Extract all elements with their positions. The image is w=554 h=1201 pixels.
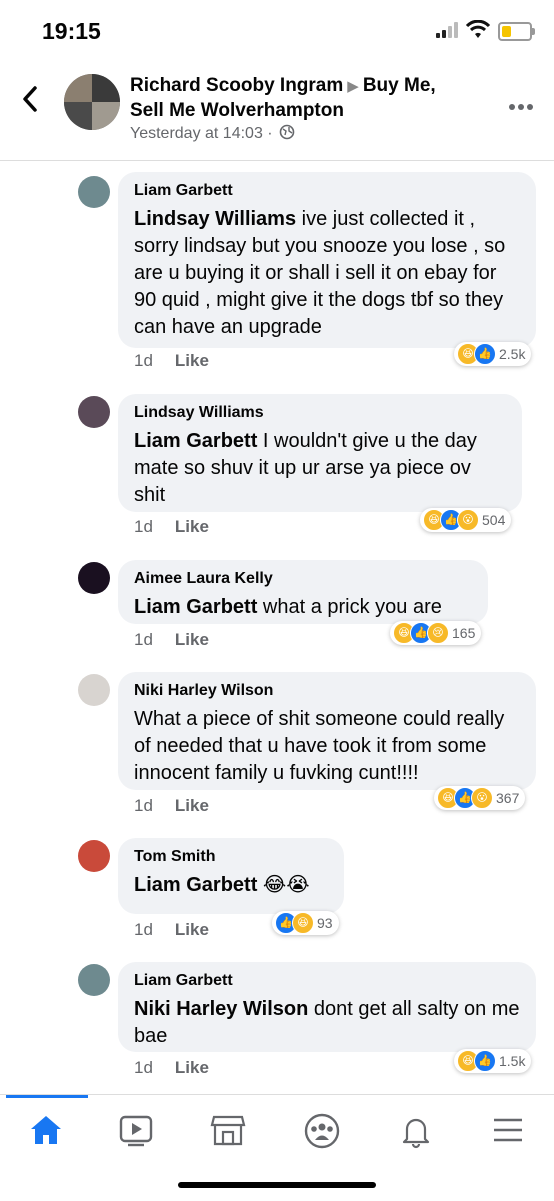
like-button[interactable]: Like bbox=[175, 351, 209, 370]
comment-meta: 1d Like bbox=[134, 517, 209, 537]
nav-notifications[interactable] bbox=[398, 1113, 438, 1149]
reaction-summary[interactable]: 😆 👍 1.5k bbox=[454, 1049, 532, 1073]
like-button[interactable]: Like bbox=[175, 796, 209, 815]
post-title: Richard Scooby Ingram ▶ Buy Me, Sell Me Wo… bbox=[130, 74, 470, 123]
comment-text: Niki Harley Wilson dont get all salty on… bbox=[134, 996, 520, 1050]
watch-icon bbox=[119, 1115, 153, 1147]
post-header: Richard Scooby Ingram ▶ Buy Me, Sell Me Wo… bbox=[0, 62, 554, 161]
mention[interactable]: Liam Garbett bbox=[134, 874, 257, 896]
comment-text: Liam Garbett I wouldn't give u the day m… bbox=[134, 428, 506, 509]
reaction-count: 504 bbox=[482, 512, 506, 528]
haha-reaction-icon: 😆 bbox=[292, 912, 314, 934]
wow-reaction-icon: 😮 bbox=[471, 787, 493, 809]
like-button[interactable]: Like bbox=[175, 630, 209, 649]
clock: 19:15 bbox=[42, 18, 101, 44]
avatar[interactable] bbox=[78, 964, 110, 996]
more-options-button[interactable] bbox=[508, 90, 534, 118]
comment-text: What a piece of shit someone could reall… bbox=[134, 706, 520, 787]
avatar[interactable] bbox=[78, 176, 110, 208]
comment-bubble: Liam Garbett Niki Harley Wilson dont get… bbox=[118, 962, 536, 1052]
comment-age: 1d bbox=[134, 796, 153, 815]
reaction-summary[interactable]: 😆 👍 😮 367 bbox=[434, 786, 526, 810]
like-reaction-icon: 👍 bbox=[474, 1050, 496, 1072]
mention[interactable]: Niki Harley Wilson bbox=[134, 998, 308, 1020]
group-avatar[interactable] bbox=[64, 74, 120, 130]
wow-reaction-icon: 😮 bbox=[457, 509, 479, 531]
more-horizontal-icon bbox=[509, 104, 533, 110]
groups-icon bbox=[304, 1113, 340, 1149]
post-timestamp: Yesterday at 14:03 · bbox=[130, 125, 273, 142]
battery-icon bbox=[498, 22, 535, 41]
mention[interactable]: Liam Garbett bbox=[134, 596, 257, 618]
home-indicator bbox=[178, 1182, 376, 1188]
hamburger-menu-icon bbox=[494, 1118, 522, 1142]
marketplace-icon bbox=[210, 1115, 246, 1146]
like-button[interactable]: Like bbox=[175, 920, 209, 939]
avatar[interactable] bbox=[78, 674, 110, 706]
post-timestamp-row: Yesterday at 14:03 · bbox=[130, 124, 295, 143]
comment-body: what a prick you are bbox=[257, 596, 442, 618]
comment-author[interactable]: Liam Garbett bbox=[134, 972, 520, 990]
like-button[interactable]: Like bbox=[175, 517, 209, 536]
reaction-summary[interactable]: 😆 👍 😢 165 bbox=[390, 621, 482, 645]
triangle-right-icon: ▶ bbox=[347, 78, 359, 95]
chevron-left-icon bbox=[23, 86, 37, 112]
reaction-count: 93 bbox=[317, 915, 333, 931]
reaction-count: 165 bbox=[452, 625, 476, 641]
back-button[interactable] bbox=[20, 84, 40, 122]
comment-bubble: Lindsay Williams Liam Garbett I wouldn't… bbox=[118, 394, 522, 512]
nav-watch[interactable] bbox=[118, 1113, 158, 1149]
poster-name[interactable]: Richard Scooby Ingram bbox=[130, 75, 343, 96]
comment-bubble: Liam Garbett Lindsay Williams ive just c… bbox=[118, 172, 536, 348]
comment-meta: 1d Like bbox=[134, 920, 209, 940]
reaction-summary[interactable]: 😆 👍 2.5k bbox=[454, 342, 532, 366]
nav-marketplace[interactable] bbox=[210, 1113, 250, 1149]
comment-bubble: Niki Harley Wilson What a piece of shit … bbox=[118, 672, 536, 790]
like-button[interactable]: Like bbox=[175, 1058, 209, 1077]
active-tab-indicator bbox=[6, 1095, 88, 1098]
comment-bubble: Aimee Laura Kelly Liam Garbett what a pr… bbox=[118, 560, 488, 624]
reaction-count: 2.5k bbox=[499, 346, 526, 362]
sad-reaction-icon: 😢 bbox=[427, 622, 449, 644]
comment-meta: 1d Like bbox=[134, 630, 209, 650]
comment-age: 1d bbox=[134, 630, 153, 649]
comment-author[interactable]: Tom Smith bbox=[134, 848, 328, 866]
comment-meta: 1d Like bbox=[134, 351, 209, 371]
comment-age: 1d bbox=[134, 351, 153, 370]
comment-text: Liam Garbett 😂😭 bbox=[134, 872, 328, 899]
comment-body: 😂😭 bbox=[257, 874, 310, 896]
reaction-summary[interactable]: 😆 👍 😮 504 bbox=[420, 508, 512, 532]
avatar[interactable] bbox=[78, 396, 110, 428]
cellular-signal-icon bbox=[436, 22, 458, 38]
comment-text: Liam Garbett what a prick you are bbox=[134, 594, 472, 621]
comment-age: 1d bbox=[134, 1058, 153, 1077]
mention[interactable]: Lindsay Williams bbox=[134, 208, 296, 230]
comment-bubble: Tom Smith Liam Garbett 😂😭 bbox=[118, 838, 344, 914]
nav-groups[interactable] bbox=[304, 1113, 344, 1149]
comment-text: Lindsay Williams ive just collected it ,… bbox=[134, 206, 520, 341]
mention[interactable]: Liam Garbett bbox=[134, 430, 257, 452]
reaction-count: 1.5k bbox=[499, 1053, 526, 1069]
reaction-summary[interactable]: 👍 😆 93 bbox=[272, 911, 339, 935]
comment-meta: 1d Like bbox=[134, 1058, 209, 1078]
home-icon bbox=[31, 1116, 61, 1144]
reaction-count: 367 bbox=[496, 790, 520, 806]
comment-meta: 1d Like bbox=[134, 796, 209, 816]
comment-age: 1d bbox=[134, 517, 153, 536]
avatar[interactable] bbox=[78, 562, 110, 594]
bell-icon bbox=[402, 1118, 430, 1149]
comment-author[interactable]: Lindsay Williams bbox=[134, 404, 506, 422]
comment-author[interactable]: Aimee Laura Kelly bbox=[134, 570, 472, 588]
wifi-icon bbox=[466, 20, 490, 38]
avatar[interactable] bbox=[78, 840, 110, 872]
comment-author[interactable]: Liam Garbett bbox=[134, 182, 520, 200]
comment-body: What a piece of shit someone could reall… bbox=[134, 708, 505, 784]
comment-age: 1d bbox=[134, 920, 153, 939]
like-reaction-icon: 👍 bbox=[474, 343, 496, 365]
globe-icon bbox=[279, 124, 295, 140]
nav-menu[interactable] bbox=[490, 1113, 530, 1149]
status-bar: 19:15 bbox=[0, 0, 554, 62]
comment-author[interactable]: Niki Harley Wilson bbox=[134, 682, 520, 700]
nav-home[interactable] bbox=[28, 1113, 68, 1149]
